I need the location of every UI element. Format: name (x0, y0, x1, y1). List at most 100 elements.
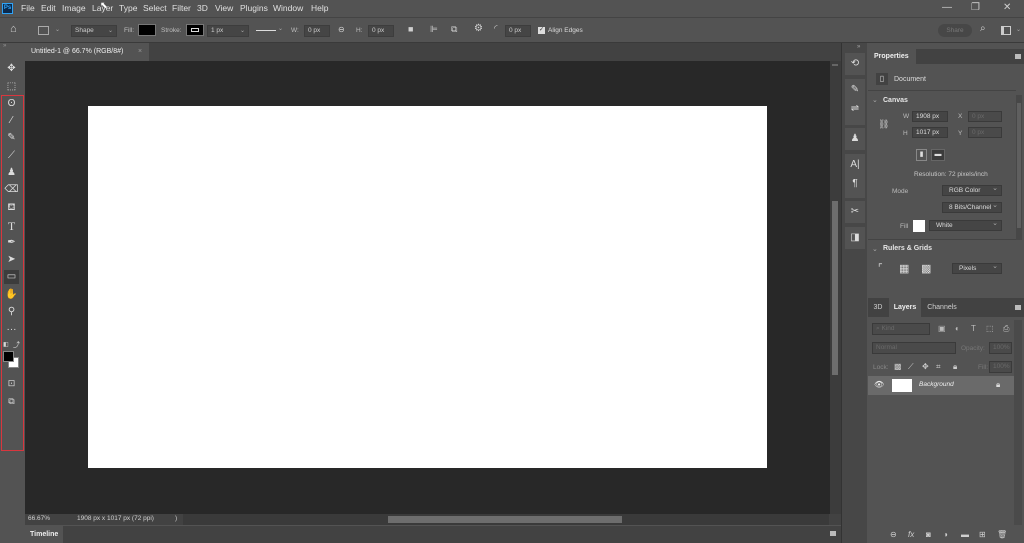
menu-select[interactable]: Select (143, 3, 167, 13)
landscape-orientation-icon[interactable]: ▬ (931, 149, 945, 161)
timeline-tab[interactable]: Timeline (25, 526, 63, 543)
panel-menu-icon[interactable] (1015, 54, 1021, 59)
fill-swatch[interactable] (138, 24, 156, 36)
panel-menu-icon[interactable] (830, 531, 836, 536)
paragraph-icon[interactable]: ¶ (845, 178, 865, 189)
panel-menu-icon[interactable] (1015, 305, 1021, 310)
collapse-icon[interactable]: » (3, 43, 6, 49)
eye-icon[interactable]: 👁︎ (874, 380, 884, 389)
scissors-icon[interactable]: ✂ (845, 206, 865, 217)
quick-mask-icon[interactable]: ⊡ (4, 376, 19, 390)
canvas-fill-swatch[interactable] (913, 220, 925, 232)
rectangular-marquee-tool-icon[interactable]: ⬚ (4, 80, 19, 94)
link-layers-icon[interactable]: ⊖ (890, 530, 897, 539)
scroll-up-icon[interactable] (832, 64, 838, 66)
layer-name[interactable]: Background (919, 381, 954, 388)
grid-icon[interactable]: ▦ (899, 262, 909, 275)
width-field[interactable]: 0 px (304, 25, 330, 37)
tool-mode-select[interactable]: Shape ⌄ (71, 25, 117, 37)
path-alignment-icon[interactable]: ⊫ (430, 25, 438, 34)
link-dimensions-icon[interactable]: ⛓ (878, 119, 889, 130)
path-operations-icon[interactable]: ■ (408, 25, 413, 34)
align-edges-checkbox[interactable]: ✓ (538, 27, 545, 34)
canvas-x-field[interactable]: 0 px (968, 111, 1002, 122)
chevron-down-icon[interactable]: ⌄ (55, 26, 60, 33)
document-tab[interactable]: Untitled-1 @ 66.7% (RGB/8#) × (25, 43, 149, 61)
default-colors-icon[interactable]: ◧ (3, 341, 9, 348)
screen-mode-icon[interactable]: ⧉ (4, 394, 19, 408)
filter-adjustment-icon[interactable]: ◐ (955, 324, 960, 333)
zoom-level[interactable]: 66.67% (28, 515, 50, 522)
rulers-section-title[interactable]: Rulers & Grids (883, 245, 932, 252)
minimize-button[interactable]: — (942, 2, 952, 13)
delete-layer-icon[interactable]: 🗑︎ (997, 530, 1007, 539)
paint-bucket-tool-icon[interactable]: ⛾ (4, 201, 19, 215)
pen-tool-icon[interactable]: ✒ (4, 236, 19, 250)
history-icon[interactable]: ⟲ (845, 58, 865, 69)
layers-scrollbar[interactable] (1014, 320, 1022, 525)
zoom-tool-icon[interactable]: ⚲ (4, 305, 19, 319)
shape-tool-preset-icon[interactable] (38, 26, 49, 35)
share-button[interactable]: Share (938, 24, 972, 37)
move-tool-icon[interactable]: ✥ (4, 62, 19, 76)
lock-transparent-icon[interactable]: ▩ (894, 362, 902, 371)
lock-pixels-icon[interactable]: ⟋ (908, 362, 914, 372)
lock-all-icon[interactable]: 🔒︎ (953, 362, 957, 372)
canvas-width-field[interactable]: 1908 px (912, 111, 948, 122)
clone-source-icon[interactable]: ♟ (845, 133, 865, 144)
menu-3d[interactable]: 3D (197, 3, 208, 13)
restore-button[interactable]: ❐ (971, 2, 980, 13)
vertical-scrollbar[interactable] (830, 61, 841, 514)
horizontal-scrollbar[interactable] (183, 514, 829, 525)
gear-icon[interactable]: ⚙ (474, 24, 483, 34)
adjustments-icon[interactable]: ⇌ (845, 103, 865, 114)
menu-plugins[interactable]: Plugins (240, 3, 268, 13)
menu-filter[interactable]: Filter (172, 3, 191, 13)
clone-stamp-tool-icon[interactable]: ♟ (4, 166, 19, 180)
stroke-type-select[interactable]: ⌄ (254, 25, 284, 37)
close-window-button[interactable]: ✕ (1003, 2, 1011, 13)
swap-colors-icon[interactable]: ⤴ (13, 340, 20, 350)
lasso-tool-icon[interactable]: ʘ (4, 97, 19, 111)
corner-radius-field[interactable]: 0 px (505, 25, 531, 37)
workspace-icon[interactable] (1001, 26, 1011, 35)
properties-tab[interactable]: Properties (868, 49, 916, 64)
tab-layers[interactable]: Layers (889, 298, 921, 317)
fill-field[interactable]: 100% (989, 361, 1012, 373)
opacity-field[interactable]: 100% (989, 342, 1012, 354)
stroke-width-field[interactable]: 1 px ⌄ (207, 25, 249, 37)
portrait-orientation-icon[interactable]: ▮ (916, 149, 927, 161)
properties-scroll-thumb[interactable] (1017, 103, 1021, 228)
edit-toolbar-icon[interactable]: ··· (4, 323, 19, 337)
stroke-swatch[interactable] (186, 24, 204, 36)
eyedropper-tool-icon[interactable]: ✎ (4, 131, 19, 145)
layer-item[interactable]: 👁︎ Background 🔒︎ (868, 376, 1014, 395)
menu-image[interactable]: Image (62, 3, 86, 13)
canvas-fill-select[interactable]: White (929, 219, 1002, 231)
search-icon[interactable]: ⌕ (980, 24, 986, 34)
menu-file[interactable]: File (21, 3, 35, 13)
filter-smart-object-icon[interactable]: ⎙ (1003, 324, 1009, 334)
color-mode-select[interactable]: RGB Color (942, 184, 1002, 196)
chevron-down-icon[interactable]: ⌄ (872, 245, 878, 253)
vertical-scroll-thumb[interactable] (832, 201, 838, 375)
brush-tool-icon[interactable]: ⟋ (4, 149, 19, 163)
guides-icon[interactable]: ▩ (921, 262, 931, 275)
tab-3d[interactable]: 3D (868, 298, 888, 317)
lock-position-icon[interactable]: ✥ (922, 362, 929, 371)
new-layer-icon[interactable]: ⊞ (979, 530, 986, 539)
properties-scrollbar[interactable] (1016, 95, 1022, 240)
bit-depth-select[interactable]: 8 Bits/Channel (942, 201, 1002, 213)
filter-pixel-icon[interactable]: ▣ (938, 324, 946, 333)
type-tool-icon[interactable]: T (4, 219, 19, 233)
close-tab-icon[interactable]: × (138, 43, 142, 61)
blend-mode-select[interactable]: Normal (872, 342, 956, 354)
adjustment-layer-icon[interactable]: ◑ (943, 530, 948, 539)
magic-wand-tool-icon[interactable]: ⁄ (4, 114, 19, 128)
document-info[interactable]: 1908 px x 1017 px (72 ppi) (77, 515, 154, 522)
layer-filter-select[interactable]: ⌕ Kind (872, 323, 930, 335)
filter-type-icon[interactable]: T (971, 324, 976, 333)
menu-type[interactable]: Type (119, 3, 137, 13)
new-group-icon[interactable]: ▬ (961, 530, 969, 539)
filter-shape-icon[interactable]: ⬚ (986, 324, 994, 333)
